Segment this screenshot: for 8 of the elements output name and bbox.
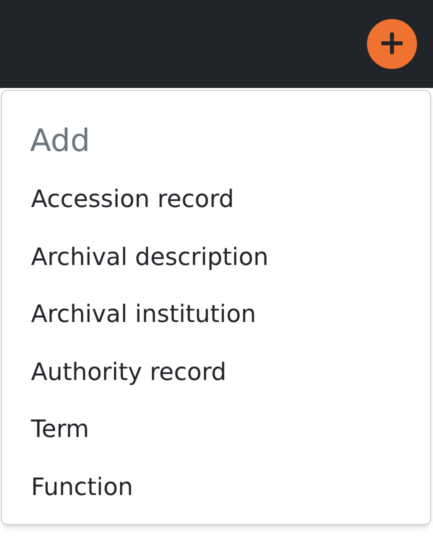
menu-item[interactable]: Accession record — [2, 171, 430, 228]
menu-item[interactable]: Authority record — [2, 344, 430, 401]
menu-item[interactable]: Archival institution — [2, 286, 430, 344]
add-button[interactable]: + — [367, 19, 417, 69]
menu-item[interactable]: Function — [2, 458, 430, 516]
menu-heading: Add — [29, 122, 92, 161]
menu-item[interactable]: Archival description — [2, 228, 430, 286]
menu-item[interactable]: Term — [2, 401, 430, 458]
